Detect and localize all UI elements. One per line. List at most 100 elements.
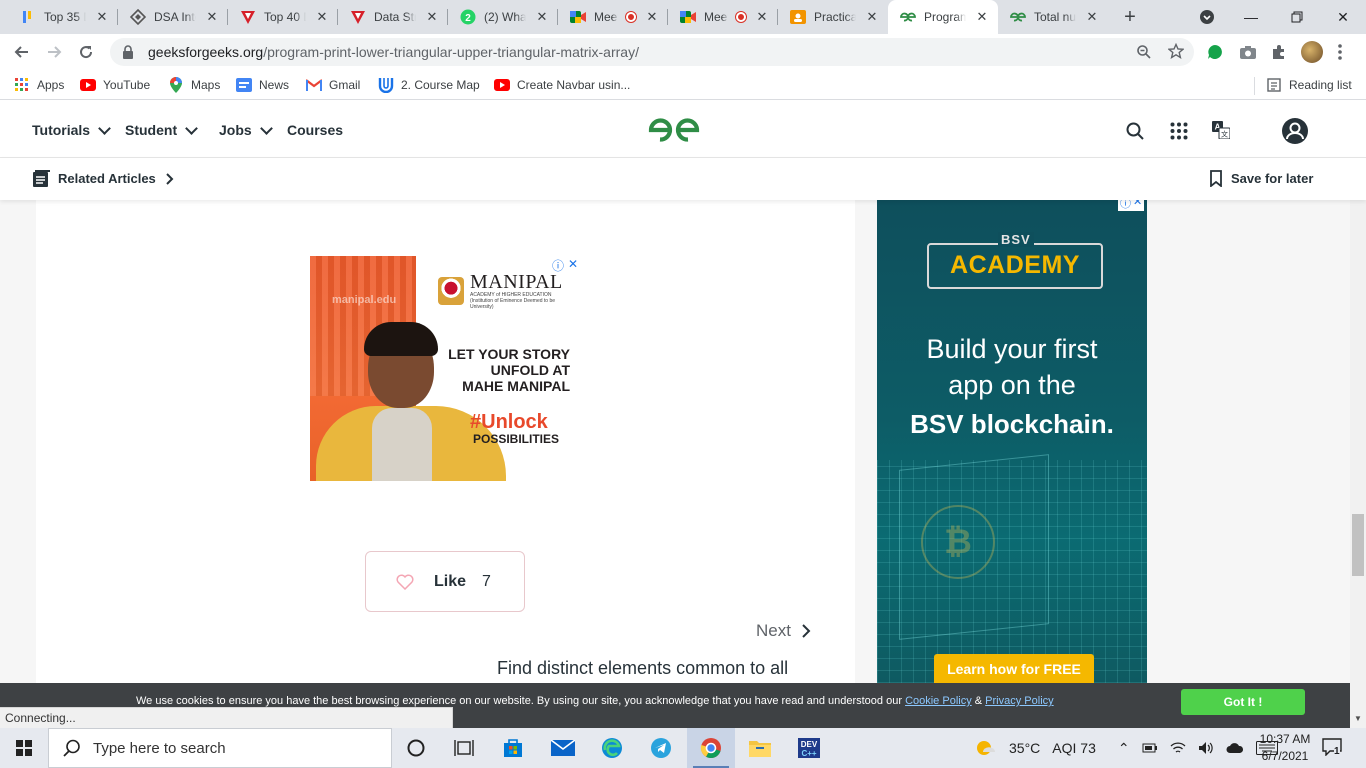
browser-tab-active[interactable]: Program to print ✕ [888, 0, 998, 34]
nav-tutorials[interactable]: Tutorials [32, 121, 111, 138]
privacy-policy-link[interactable]: Privacy Policy [985, 695, 1053, 707]
article-toolbar: Related Articles Save for later [0, 158, 1366, 200]
new-tab-button[interactable]: + [1118, 5, 1142, 29]
scroll-down-arrow-icon[interactable]: ▼ [1350, 712, 1366, 726]
ad-choices[interactable]: ⓘ ✕ [552, 257, 578, 274]
edge-app[interactable] [588, 728, 636, 768]
youtube-icon [494, 77, 510, 93]
cookie-accept-button[interactable]: Got It ! [1181, 689, 1305, 715]
taskbar-search-box[interactable]: Type here to search [48, 728, 392, 768]
translate-icon[interactable]: A文 [1212, 121, 1230, 139]
camera-icon[interactable] [1239, 44, 1257, 60]
manipal-ad[interactable]: manipal.edu MANIPAL ACADEMY of HIGHER ED… [310, 256, 580, 481]
browser-tab[interactable]: Top 35 Data Structure ✕ [8, 0, 118, 34]
close-tab-icon[interactable]: ✕ [424, 9, 440, 25]
show-hidden-icons-icon[interactable]: ⌃ [1118, 740, 1130, 757]
profile-avatar[interactable] [1301, 41, 1323, 63]
extensions-puzzle-icon[interactable] [1271, 44, 1287, 60]
close-tab-icon[interactable]: ✕ [974, 9, 990, 25]
forward-button[interactable] [40, 38, 68, 66]
next-article-link[interactable]: Next [756, 621, 811, 641]
bookmark-course-map[interactable]: 2. Course Map [378, 76, 480, 94]
apps-grid-icon[interactable] [1170, 122, 1188, 140]
mail-app[interactable] [539, 728, 587, 768]
url-host: geeksforgeeks.org [148, 44, 264, 60]
cookie-policy-link[interactable]: Cookie Policy [905, 695, 972, 707]
svg-text:文: 文 [1221, 130, 1228, 139]
close-tab-icon[interactable]: ✕ [1084, 9, 1100, 25]
ad-close-icon[interactable]: ✕ [568, 257, 578, 274]
nav-jobs[interactable]: Jobs [219, 121, 273, 138]
related-articles-button[interactable]: Related Articles [33, 170, 174, 187]
weather-temp[interactable]: 35°C [1009, 740, 1040, 756]
minimize-button[interactable]: — [1228, 0, 1274, 34]
bookmark-youtube[interactable]: YouTube [80, 76, 150, 94]
system-clock[interactable]: 10:37 AM 6/7/2021 [1250, 731, 1320, 765]
close-tab-icon[interactable]: ✕ [644, 9, 660, 25]
svg-text:DEV: DEV [801, 740, 818, 749]
nav-courses[interactable]: Courses [287, 122, 343, 138]
telegram-app[interactable] [637, 728, 685, 768]
browser-tab[interactable]: Total number ✕ [998, 0, 1108, 34]
browser-tab[interactable]: Meet ✕ [668, 0, 778, 34]
address-bar[interactable]: geeksforgeeks.org/program-print-lower-tr… [110, 38, 1194, 66]
like-button[interactable]: Like 7 [365, 551, 525, 612]
start-button[interactable] [0, 728, 48, 768]
browser-tab[interactable]: Data Structures ✕ [338, 0, 448, 34]
browser-tab[interactable]: DSA Interview ✕ [118, 0, 228, 34]
bookmark-gmail[interactable]: Gmail [306, 76, 360, 94]
bookmark-news[interactable]: News [236, 76, 289, 94]
gfg-logo[interactable] [648, 116, 700, 144]
close-tab-icon[interactable]: ✕ [204, 9, 220, 25]
bookmark-apps[interactable]: Apps [14, 76, 64, 94]
close-tab-icon[interactable]: ✕ [754, 9, 770, 25]
file-explorer-app[interactable] [736, 728, 784, 768]
close-tab-icon[interactable]: ✕ [534, 9, 550, 25]
scrollbar-thumb[interactable] [1352, 514, 1364, 576]
devcpp-app[interactable]: DEV C++ [785, 728, 833, 768]
task-view-button[interactable] [440, 728, 488, 768]
chrome-app[interactable] [687, 728, 735, 768]
nav-student[interactable]: Student [125, 121, 198, 138]
possibilities-text: POSSIBILITIES [473, 432, 560, 446]
air-quality[interactable]: AQI 73 [1052, 740, 1096, 756]
back-button[interactable] [8, 38, 36, 66]
browser-tab[interactable]: 2 (2) WhatsApp ✕ [448, 0, 558, 34]
reading-list-button[interactable]: Reading list [1266, 76, 1352, 94]
trellis-icon [20, 9, 36, 25]
cortana-button[interactable] [392, 728, 440, 768]
extension-green-icon[interactable] [1207, 44, 1223, 60]
ad-info-icon[interactable]: ⓘ [552, 257, 564, 274]
close-tab-icon[interactable]: ✕ [94, 9, 110, 25]
battery-icon[interactable] [1142, 741, 1158, 755]
restore-button[interactable] [1274, 0, 1320, 34]
next-article-title[interactable]: Find distinct elements common to all [497, 658, 788, 679]
wifi-icon[interactable] [1170, 741, 1186, 755]
volume-icon[interactable] [1198, 741, 1214, 755]
manipal-tagline: LET YOUR STORY UNFOLD AT MAHE MANIPAL [438, 346, 570, 394]
action-center-button[interactable]: 1 [1322, 738, 1346, 758]
close-tab-icon[interactable]: ✕ [864, 9, 880, 25]
browser-tab[interactable]: Meet ✕ [558, 0, 668, 34]
menu-dots-icon[interactable] [1338, 44, 1342, 60]
browser-tab[interactable]: Practical ✕ [778, 0, 888, 34]
reload-button[interactable] [72, 38, 100, 66]
bookmark-create-navbar[interactable]: Create Navbar usin... [494, 76, 630, 94]
bookmark-star-icon[interactable] [1168, 43, 1184, 59]
tagline-line: UNFOLD AT [490, 362, 570, 378]
learn-free-button[interactable]: Learn how for FREE [934, 654, 1094, 683]
save-for-later-button[interactable]: Save for later [1209, 170, 1313, 187]
zoom-lens-icon[interactable] [1136, 44, 1152, 60]
close-window-button[interactable]: ✕ [1320, 0, 1366, 34]
page-scrollbar[interactable] [1350, 200, 1366, 728]
weather-sun-icon[interactable] [975, 738, 997, 758]
store-app[interactable] [489, 728, 537, 768]
tab-search-button[interactable] [1184, 0, 1230, 34]
close-tab-icon[interactable]: ✕ [314, 9, 330, 25]
browser-tab[interactable]: Top 40 Data ✕ [228, 0, 338, 34]
user-avatar-icon[interactable] [1282, 118, 1308, 144]
search-icon[interactable] [1126, 122, 1144, 140]
bookmark-maps[interactable]: Maps [168, 76, 220, 94]
onedrive-icon[interactable] [1226, 742, 1244, 754]
bsv-academy-ad[interactable]: ₿ BSV ACADEMY Build your first app on th… [877, 200, 1147, 683]
